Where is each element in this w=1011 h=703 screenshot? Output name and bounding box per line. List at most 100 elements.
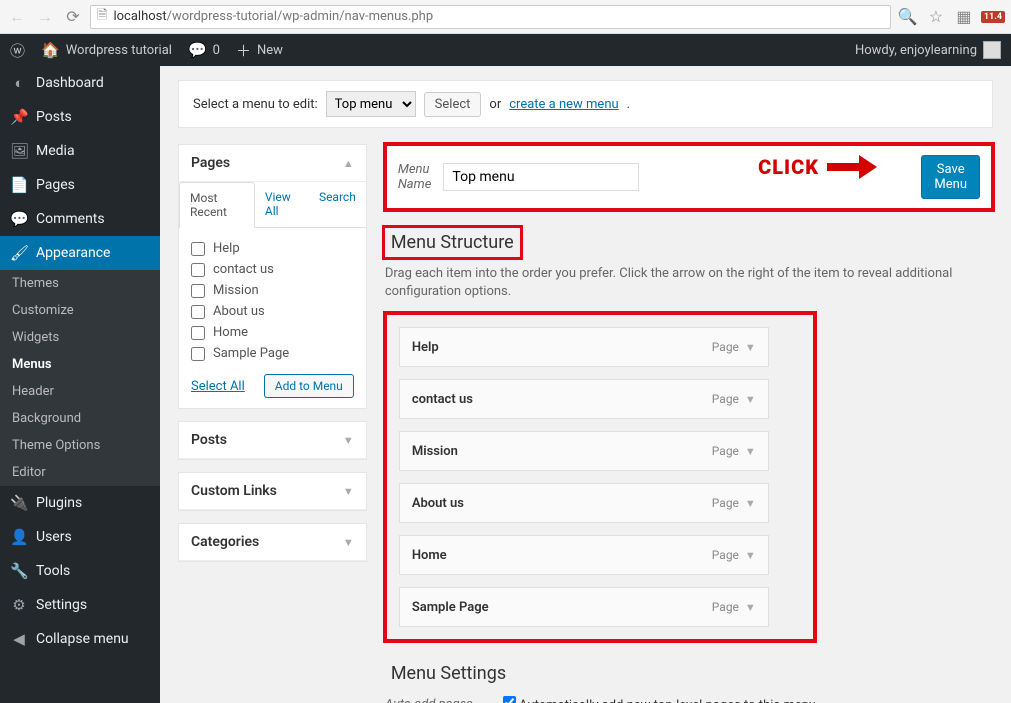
dot: . bbox=[627, 97, 630, 112]
admin-sidebar: ◐Dashboard📌Posts🖼Media📄Pages 💬 Comments 🖌Ap… bbox=[0, 66, 160, 703]
sidebar-label: Users bbox=[36, 529, 72, 545]
chevron-down-icon[interactable]: ▼ bbox=[745, 341, 756, 354]
accordion-posts[interactable]: Posts▼ bbox=[179, 422, 366, 459]
accordion-title: Custom Links bbox=[191, 483, 277, 499]
page-checkbox[interactable] bbox=[191, 284, 205, 298]
comments-link[interactable]: 💬0 bbox=[188, 41, 220, 59]
auto-add-option[interactable]: Automatically add new top-level pages to… bbox=[503, 696, 816, 703]
sidebar-icon: ◐ bbox=[10, 74, 28, 92]
sidebar-sub-widgets[interactable]: Widgets bbox=[0, 324, 160, 351]
account-link[interactable]: Howdy, enjoylearning bbox=[855, 41, 1001, 59]
menu-item[interactable]: HelpPage ▼ bbox=[399, 327, 769, 367]
page-option[interactable]: Help bbox=[191, 238, 354, 259]
reload-button[interactable]: ⟳ bbox=[62, 6, 84, 28]
menu-item[interactable]: contact usPage ▼ bbox=[399, 379, 769, 419]
sidebar-sub-menus[interactable]: Menus bbox=[0, 351, 160, 378]
sidebar-label: Comments bbox=[36, 211, 105, 227]
page-option[interactable]: About us bbox=[191, 301, 354, 322]
extension-icon[interactable]: ▦ bbox=[953, 6, 975, 28]
sidebar-sub-themes[interactable]: Themes bbox=[0, 270, 160, 297]
sidebar-item-users[interactable]: 👤 Users bbox=[0, 520, 160, 554]
pages-box-header[interactable]: Pages ▲ bbox=[179, 145, 366, 182]
sidebar-item-media[interactable]: 🖼Media bbox=[0, 134, 160, 168]
chevron-down-icon[interactable]: ▼ bbox=[745, 601, 756, 614]
page-option[interactable]: contact us bbox=[191, 259, 354, 280]
sidebar-item-settings[interactable]: ⚙Settings bbox=[0, 588, 160, 622]
create-menu-link[interactable]: create a new menu bbox=[509, 97, 618, 112]
select-all-link[interactable]: Select All bbox=[191, 379, 245, 394]
page-checkbox[interactable] bbox=[191, 242, 205, 256]
sidebar-item-appearance[interactable]: 🖌Appearance bbox=[0, 236, 160, 270]
sidebar-sub-background[interactable]: Background bbox=[0, 405, 160, 432]
star-icon[interactable]: ☆ bbox=[925, 6, 947, 28]
page-checkbox[interactable] bbox=[191, 263, 205, 277]
sidebar-icon: 🖼 bbox=[10, 142, 28, 160]
chevron-down-icon: ▼ bbox=[343, 536, 354, 549]
chevron-down-icon[interactable]: ▼ bbox=[745, 549, 756, 562]
sidebar-item-pages[interactable]: 📄Pages bbox=[0, 168, 160, 202]
chevron-down-icon[interactable]: ▼ bbox=[745, 497, 756, 510]
site-link[interactable]: 🏠Wordpress tutorial bbox=[41, 41, 172, 59]
zoom-icon[interactable]: 🔍 bbox=[897, 6, 919, 28]
menu-name-input[interactable] bbox=[443, 163, 639, 191]
page-option[interactable]: Mission bbox=[191, 280, 354, 301]
back-button[interactable]: ← bbox=[6, 6, 28, 28]
extension-badge[interactable]: 11.4 bbox=[981, 11, 1005, 23]
sidebar-icon: 👤 bbox=[10, 528, 28, 546]
pages-box: Pages ▲ Most RecentView AllSearch Help co… bbox=[178, 144, 367, 409]
new-link[interactable]: ＋New bbox=[236, 40, 283, 61]
select-button[interactable]: Select bbox=[424, 92, 482, 117]
menu-item[interactable]: HomePage ▼ bbox=[399, 535, 769, 575]
pages-list: Help contact usMissionAbout usHomeSample … bbox=[191, 238, 354, 364]
tab-view-all[interactable]: View All bbox=[255, 182, 309, 227]
add-to-menu-button[interactable]: Add to Menu bbox=[264, 374, 354, 398]
new-label: New bbox=[257, 43, 283, 58]
menu-item[interactable]: About usPage ▼ bbox=[399, 483, 769, 523]
url-host: localhost bbox=[113, 9, 166, 24]
page-checkbox[interactable] bbox=[191, 305, 205, 319]
menu-select-row: Select a menu to edit: Top menu Select o… bbox=[178, 80, 993, 128]
wp-logo[interactable]: ⓦ bbox=[10, 40, 25, 61]
auto-add-row: Auto add pages Automatically add new top… bbox=[385, 696, 993, 703]
menu-item-title: Home bbox=[412, 548, 447, 563]
sidebar-item-comments[interactable]: 💬 Comments bbox=[0, 202, 160, 236]
accordion-custom-links[interactable]: Custom Links▼ bbox=[179, 473, 366, 510]
sidebar-sub-theme-options[interactable]: Theme Options bbox=[0, 432, 160, 459]
sidebar-item-posts[interactable]: 📌Posts bbox=[0, 100, 160, 134]
chevron-down-icon[interactable]: ▼ bbox=[745, 393, 756, 406]
auto-add-checkbox[interactable] bbox=[503, 696, 516, 703]
pages-box-title: Pages bbox=[191, 155, 230, 171]
page-option[interactable]: Sample Page bbox=[191, 343, 354, 364]
collapse-icon: ◀ bbox=[10, 630, 28, 648]
menu-header-row: Menu Name CLICK Save Menu bbox=[385, 144, 993, 210]
page-checkbox[interactable] bbox=[191, 347, 205, 361]
menu-item-title: Sample Page bbox=[412, 600, 489, 615]
chevron-down-icon[interactable]: ▼ bbox=[745, 445, 756, 458]
menu-item-title: contact us bbox=[412, 392, 473, 407]
page-option[interactable]: Home bbox=[191, 322, 354, 343]
accordion-categories[interactable]: Categories▼ bbox=[179, 524, 366, 561]
sidebar-item-dashboard[interactable]: ◐Dashboard bbox=[0, 66, 160, 100]
menu-item[interactable]: Sample PagePage ▼ bbox=[399, 587, 769, 627]
forward-button[interactable]: → bbox=[34, 6, 56, 28]
tab-most-recent[interactable]: Most Recent bbox=[179, 182, 255, 228]
save-menu-button[interactable]: Save Menu bbox=[921, 155, 980, 199]
page-label: Help bbox=[213, 241, 240, 256]
menu-select[interactable]: Top menu bbox=[326, 91, 416, 117]
main-content: Select a menu to edit: Top menu Select o… bbox=[160, 66, 1011, 703]
tab-search[interactable]: Search bbox=[309, 182, 366, 227]
sidebar-sub-editor[interactable]: Editor bbox=[0, 459, 160, 486]
sidebar-sub-header[interactable]: Header bbox=[0, 378, 160, 405]
greeting: Howdy, enjoylearning bbox=[855, 43, 977, 58]
auto-add-label: Auto add pages bbox=[385, 697, 485, 703]
page-checkbox[interactable] bbox=[191, 326, 205, 340]
sidebar-sub-customize[interactable]: Customize bbox=[0, 297, 160, 324]
collapse-menu[interactable]: ◀Collapse menu bbox=[0, 622, 160, 656]
arrow-icon bbox=[827, 153, 877, 181]
sidebar-item-plugins[interactable]: 🔌Plugins bbox=[0, 486, 160, 520]
address-bar[interactable]: 🗎 localhost/wordpress-tutorial/wp-admin/… bbox=[90, 5, 891, 29]
sidebar-icon: 💬 bbox=[10, 210, 28, 228]
select-menu-label: Select a menu to edit: bbox=[193, 97, 318, 112]
menu-item[interactable]: MissionPage ▼ bbox=[399, 431, 769, 471]
sidebar-item-tools[interactable]: 🔧Tools bbox=[0, 554, 160, 588]
